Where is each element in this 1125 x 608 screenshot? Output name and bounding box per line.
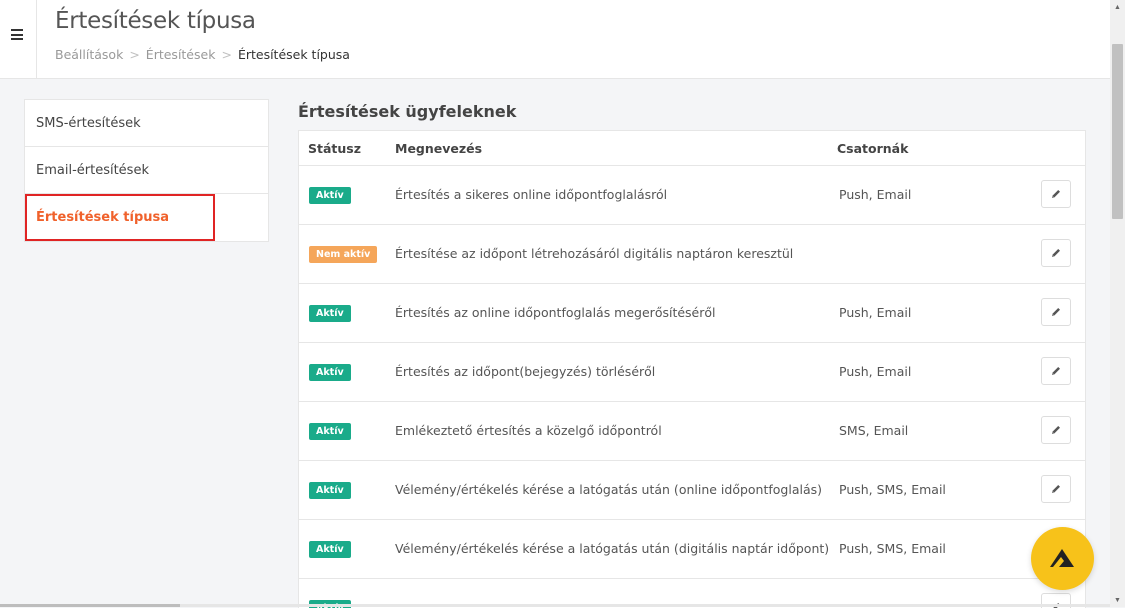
scrollbar-thumb[interactable] [1112, 44, 1123, 219]
status-badge: Aktív [309, 364, 351, 381]
scroll-up-arrow-icon[interactable]: ▲ [1110, 0, 1125, 14]
pencil-icon [1052, 190, 1060, 198]
edit-button[interactable] [1041, 357, 1071, 385]
hamburger-icon[interactable] [11, 29, 23, 40]
notification-channels: Push, SMS, Email [839, 482, 946, 497]
notification-channels: Push, Email [839, 305, 912, 320]
notification-channels: Push, Email [839, 187, 912, 202]
sidebar-item-label: Email-értesítések [36, 162, 149, 178]
settings-sidebar: SMS-értesítések Email-értesítések Értesí… [24, 99, 269, 242]
page-title: Értesítések típusa [55, 8, 256, 34]
notification-name: Értesítés az időpont(bejegyzés) törlésér… [395, 364, 656, 379]
table-row: Aktív Értesítés a sikeres online időpontf… [299, 166, 1085, 225]
logo-fab-button[interactable] [1031, 527, 1094, 590]
status-badge: Aktív [309, 423, 351, 440]
column-header-channels: Csatornák [837, 141, 909, 156]
status-badge: Aktív [309, 187, 351, 204]
table-row: Aktív Emlékeztető értesítés a közelgő idő… [299, 402, 1085, 461]
notification-channels: SMS, Email [839, 423, 909, 438]
status-badge: Nem aktív [309, 246, 378, 263]
edit-button[interactable] [1041, 298, 1071, 326]
table-row: Aktív Értesítés az időpont(bejegyzés) tör… [299, 343, 1085, 402]
menu-column [0, 0, 37, 78]
pencil-icon [1052, 485, 1060, 493]
table-row: Aktív Vélemény/értékelés kérése a latógat… [299, 461, 1085, 520]
status-badge: Aktív [309, 305, 351, 322]
table-body: Aktív Értesítés a sikeres online időpontf… [299, 166, 1085, 608]
notification-name: Értesítés a sikeres online időpontfoglal… [395, 187, 668, 202]
scroll-down-arrow-icon[interactable]: ▼ [1110, 593, 1125, 607]
breadcrumb-current: Értesítések típusa [237, 47, 350, 62]
column-header-name: Megnevezés [395, 141, 483, 156]
notification-name: Emlékeztető értesítés a közelgő időpontr… [395, 423, 662, 438]
breadcrumb-separator: > [221, 47, 232, 62]
breadcrumb-notifications[interactable]: Értesítések [146, 47, 216, 62]
pencil-icon [1052, 249, 1060, 257]
notification-channels: Push, Email [839, 364, 912, 379]
pencil-icon [1052, 367, 1060, 375]
sidebar-item-sms[interactable]: SMS-értesítések [25, 100, 268, 147]
edit-button[interactable] [1041, 475, 1071, 503]
breadcrumb: Beállítások > Értesítések > Értesítések típu… [55, 47, 350, 62]
status-badge: Aktív [309, 541, 351, 558]
sidebar-item-label: SMS-értesítések [36, 115, 141, 131]
edit-button[interactable] [1041, 180, 1071, 208]
table-row: Aktív Vélemény/értékelés kérése a latógat… [299, 520, 1085, 579]
column-header-status: Státusz [308, 141, 362, 156]
notification-channels: Push, SMS, Email [839, 541, 946, 556]
notification-name: Értesítés az online időpontfoglalás mege… [395, 305, 716, 320]
edit-button[interactable] [1041, 239, 1071, 267]
logo-icon [1050, 549, 1074, 567]
breadcrumb-separator: > [129, 47, 140, 62]
breadcrumb-settings[interactable]: Beállítások [55, 47, 123, 62]
notification-name: Értesítése az időpont létrehozásáról dig… [395, 246, 794, 261]
notifications-table: Státusz Megnevezés Csatornák Aktív Értesí… [298, 130, 1086, 608]
notification-name: Vélemény/értékelés kérése a latógatás ut… [395, 541, 830, 556]
status-badge: Aktív [309, 482, 351, 499]
table-row: Nem aktív Értesítése az időpont létrehozá… [299, 225, 1085, 284]
pencil-icon [1052, 426, 1060, 434]
sidebar-item-email[interactable]: Email-értesítések [25, 147, 268, 194]
page-header: Értesítések típusa Beállítások > Értesítés… [0, 0, 1110, 79]
pencil-icon [1052, 308, 1060, 316]
vertical-scrollbar[interactable]: ▲ ▼ [1110, 0, 1125, 607]
table-header: Státusz Megnevezés Csatornák [299, 131, 1085, 166]
notification-name: Vélemény/értékelés kérése a latógatás ut… [395, 482, 823, 497]
table-row: Aktív Értesítés az online időpontfoglalás… [299, 284, 1085, 343]
sidebar-item-notification-types[interactable]: Értesítések típusa [25, 194, 215, 241]
edit-button[interactable] [1041, 416, 1071, 444]
section-title: Értesítések ügyfeleknek [298, 102, 517, 121]
sidebar-item-label: Értesítések típusa [36, 210, 170, 225]
